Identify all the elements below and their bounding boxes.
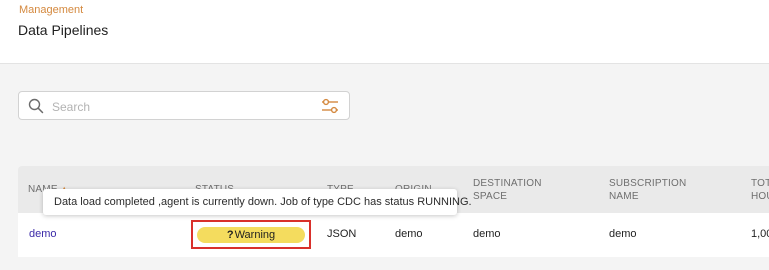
search-icon: [28, 98, 44, 114]
question-icon: ?: [226, 229, 234, 241]
column-header-subscription-name[interactable]: SUBSCRIPTION NAME: [609, 177, 686, 203]
column-header-subscription-line2: NAME: [609, 191, 639, 202]
status-tooltip: Data load completed ,agent is currently …: [43, 189, 472, 215]
page-title: Data Pipelines: [18, 22, 109, 38]
status-highlight-box: ?Warning: [191, 220, 311, 249]
column-header-destination-space[interactable]: DESTINATION SPACE: [473, 177, 542, 203]
column-header-destination-line1: DESTINATION: [473, 178, 542, 189]
pipeline-name-link[interactable]: demo: [29, 228, 57, 240]
status-badge[interactable]: ?Warning: [197, 227, 305, 243]
cell-total-hours: 1,00: [751, 228, 769, 240]
status-badge-label: Warning: [234, 229, 276, 241]
search-input[interactable]: [50, 96, 304, 117]
breadcrumb[interactable]: Management: [19, 4, 83, 16]
cell-type: JSON: [327, 228, 357, 240]
column-header-destination-line2: SPACE: [473, 191, 508, 202]
cell-destination-space: demo: [473, 228, 501, 240]
column-header-subscription-line1: SUBSCRIPTION: [609, 178, 687, 189]
page-header: Management Data Pipelines: [0, 0, 769, 64]
column-header-total-line1: TOT: [751, 178, 769, 189]
filter-sliders-icon[interactable]: [320, 97, 340, 115]
cell-subscription-name: demo: [609, 228, 637, 240]
column-header-total-hours[interactable]: TOT HOU: [751, 177, 769, 203]
table-row[interactable]: demo ?Warning JSON demo demo demo 1,00: [18, 213, 769, 257]
search-box[interactable]: [18, 91, 350, 120]
column-header-total-line2: HOU: [751, 191, 769, 202]
cell-origin: demo: [395, 228, 423, 240]
